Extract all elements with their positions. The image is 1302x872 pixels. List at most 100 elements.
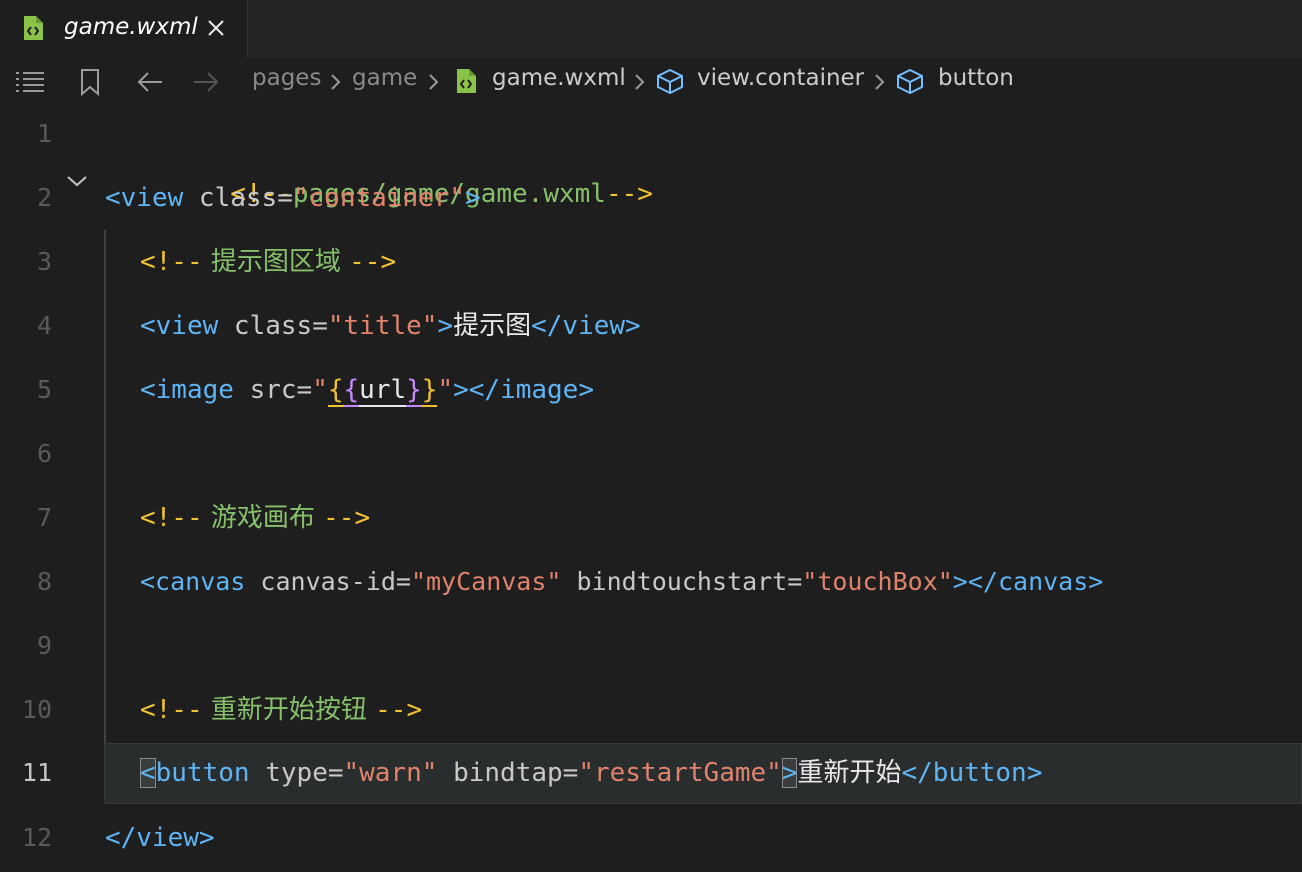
- brace: }: [406, 375, 422, 407]
- breadcrumb-view-container[interactable]: view.container: [697, 65, 864, 91]
- breadcrumb: pages game game.wxml view.container butt…: [0, 58, 1302, 104]
- line-number: 11: [21, 758, 52, 787]
- attribute-value: "title": [327, 311, 438, 341]
- line-content: <view class="container">: [105, 168, 481, 228]
- cube-icon: [897, 68, 923, 94]
- line-content: <view class="title">提示图</view>: [140, 296, 641, 356]
- line-number: 8: [36, 567, 52, 596]
- quote: ": [312, 375, 328, 405]
- line-number: 6: [36, 439, 52, 468]
- line-content: <canvas canvas-id="myCanvas" bindtouchst…: [140, 552, 1103, 612]
- closing-tag: </canvas>: [967, 567, 1104, 596]
- code-line-6[interactable]: 6: [0, 424, 1302, 488]
- line-number: 9: [36, 631, 52, 660]
- code-line-4[interactable]: 4 <view class="title">提示图</view>: [0, 296, 1302, 360]
- code-line-3[interactable]: 3 <!-- 提示图区域 -->: [0, 232, 1302, 296]
- tag-name: button: [155, 758, 250, 788]
- chevron-right-icon: [331, 74, 341, 90]
- cube-icon: [657, 68, 683, 94]
- tag-name: <view: [140, 311, 219, 341]
- code-editor[interactable]: 1 <!--pages/game/game.wxml--> 2 <view cl…: [0, 104, 1302, 860]
- editor-window: game.wxml pages game game.wxml view.cont…: [0, 0, 1302, 860]
- line-content: <!-- 重新开始按钮 -->: [140, 680, 422, 740]
- wxml-file-icon: [457, 69, 476, 93]
- tab-game-wxml[interactable]: game.wxml: [0, 0, 248, 58]
- code-line-1[interactable]: 1 <!--pages/game/game.wxml-->: [0, 104, 1302, 209]
- comment-close: -->: [323, 503, 371, 533]
- code-line-10[interactable]: 10 <!-- 重新开始按钮 -->: [0, 680, 1302, 744]
- close-icon[interactable]: [203, 15, 229, 41]
- matching-bracket: <: [140, 758, 156, 788]
- tag-bracket: >: [465, 183, 481, 213]
- comment-text: 游戏画布: [202, 503, 324, 533]
- line-content: </view>: [105, 808, 215, 868]
- attribute-name: class=: [183, 183, 293, 213]
- line-content: <!-- 游戏画布 -->: [140, 488, 370, 548]
- text-content: 重新开始: [797, 758, 902, 788]
- attribute-value: "myCanvas": [410, 567, 562, 596]
- closing-tag: </image>: [468, 375, 594, 405]
- tab-label: game.wxml: [64, 14, 198, 40]
- tag-bracket: >: [437, 311, 454, 341]
- code-line-11[interactable]: 11 <button type="warn" bindtap="restartG…: [0, 743, 1302, 807]
- attribute-name: type=: [249, 758, 344, 788]
- comment-open: <!--: [140, 503, 203, 533]
- code-line-2[interactable]: 2 <view class="container">: [0, 168, 1302, 232]
- tag-name: <canvas: [140, 567, 246, 596]
- line-number: 1: [36, 119, 52, 148]
- chevron-right-icon: [635, 74, 645, 90]
- breadcrumb-game-wxml[interactable]: game.wxml: [492, 65, 626, 91]
- closing-tag: </button>: [901, 758, 1043, 788]
- attribute-value: "touchBox": [802, 567, 953, 596]
- comment-open: <!--: [140, 695, 203, 725]
- line-number: 2: [36, 183, 52, 212]
- line-number: 3: [36, 247, 52, 276]
- tag-name: <view: [105, 183, 184, 213]
- line-number: 12: [21, 823, 52, 852]
- line-content: <image src="{{url}}"></image>: [140, 360, 594, 420]
- comment-text: 提示图区域: [202, 247, 350, 277]
- line-number: 10: [21, 695, 52, 724]
- tag-bracket: >: [952, 567, 968, 596]
- bookmark-icon[interactable]: [75, 67, 105, 97]
- quote: ": [437, 375, 454, 405]
- wxml-file-icon: [24, 16, 43, 40]
- breadcrumb-pages[interactable]: pages: [252, 65, 321, 91]
- comment-close: -->: [349, 247, 397, 277]
- line-content: <button type="warn" bindtap="restartGame…: [140, 743, 1042, 803]
- chevron-right-icon: [875, 74, 885, 90]
- matching-bracket: >: [781, 758, 798, 788]
- chevron-right-icon: [429, 74, 439, 90]
- comment-close: -->: [375, 695, 423, 725]
- text-content: 提示图: [453, 311, 532, 341]
- closing-tag: </view>: [105, 823, 215, 853]
- tag-bracket: >: [453, 375, 469, 405]
- line-number: 7: [36, 503, 52, 532]
- tag-name: <image: [140, 375, 234, 405]
- code-line-9[interactable]: 9: [0, 616, 1302, 680]
- attribute-name: bindtap=: [437, 758, 579, 788]
- attribute-name: src=: [233, 375, 313, 405]
- tab-bar: game.wxml: [0, 0, 1302, 58]
- code-line-8[interactable]: 8 <canvas canvas-id="myCanvas" bindtouch…: [0, 552, 1302, 616]
- breadcrumb-button[interactable]: button: [938, 65, 1014, 91]
- code-line-7[interactable]: 7 <!-- 游戏画布 -->: [0, 488, 1302, 552]
- code-line-12[interactable]: 12 </view>: [0, 808, 1302, 872]
- brace: }: [421, 375, 438, 407]
- brace: {: [343, 375, 360, 407]
- line-number: 5: [36, 375, 52, 404]
- attribute-name: canvas-id=: [245, 567, 411, 596]
- breadcrumb-game[interactable]: game: [352, 65, 417, 91]
- list-icon[interactable]: [15, 67, 45, 97]
- attribute-name: bindtouchstart=: [561, 567, 803, 596]
- attribute-value: "restartGame": [578, 758, 782, 788]
- code-line-5[interactable]: 5 <image src="{{url}}"></image>: [0, 360, 1302, 424]
- line-content: <!-- 提示图区域 -->: [140, 232, 396, 292]
- arrow-right-icon[interactable]: [191, 67, 221, 97]
- arrow-left-icon[interactable]: [135, 67, 165, 97]
- attribute-value: "warn": [343, 758, 438, 788]
- template-variable: url: [359, 375, 407, 407]
- attribute-value: "container": [292, 183, 466, 213]
- closing-tag: </view>: [531, 311, 641, 341]
- comment-open: <!--: [140, 247, 203, 277]
